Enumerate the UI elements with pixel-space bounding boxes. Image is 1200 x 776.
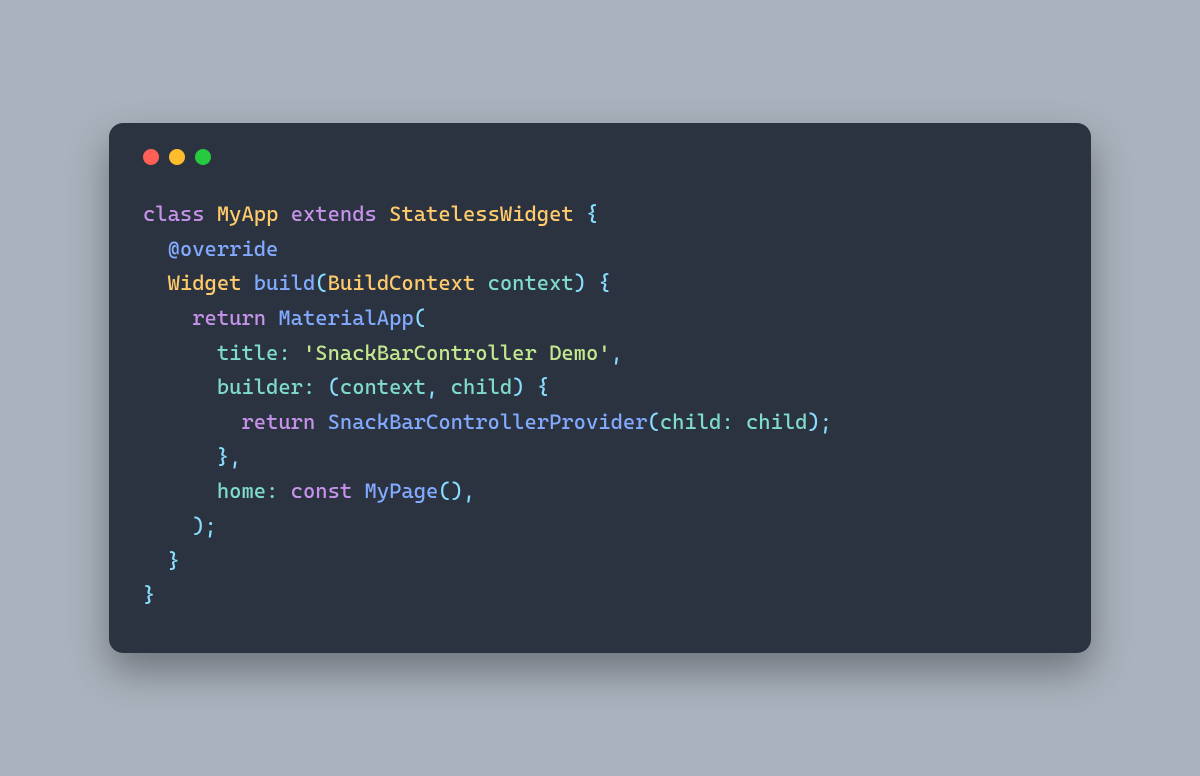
keyword-const: const xyxy=(291,479,353,503)
type-myapp: MyApp xyxy=(217,202,279,226)
fn-mypage: MyPage xyxy=(365,479,439,503)
code-window: class MyApp extends StatelessWidget { @o… xyxy=(109,123,1091,653)
fn-snackbarcontrollerprovider: SnackBarControllerProvider xyxy=(328,410,648,434)
window-minimize-icon[interactable] xyxy=(169,149,185,165)
brace-close: } xyxy=(143,583,155,607)
annotation-override: @override xyxy=(168,237,279,261)
label-child: child: xyxy=(660,410,734,434)
code-block: class MyApp extends StatelessWidget { @o… xyxy=(143,197,1057,613)
keyword-return2: return xyxy=(241,410,315,434)
brace-open: { xyxy=(586,202,598,226)
param-context: context xyxy=(488,271,574,295)
arg-child: child xyxy=(746,410,808,434)
window-traffic-lights xyxy=(143,149,1057,165)
label-title: title: xyxy=(217,341,291,365)
keyword-extends: extends xyxy=(291,202,377,226)
param-child: child xyxy=(451,375,513,399)
label-builder: builder: xyxy=(217,375,315,399)
type-statelesswidget: StatelessWidget xyxy=(389,202,574,226)
label-home: home: xyxy=(217,479,279,503)
string-title: 'SnackBarController Demo' xyxy=(303,341,611,365)
type-widget: Widget xyxy=(168,271,242,295)
fn-materialapp: MaterialApp xyxy=(278,306,413,330)
param-context2: context xyxy=(340,375,426,399)
keyword-class: class xyxy=(143,202,205,226)
keyword-return: return xyxy=(192,306,266,330)
window-close-icon[interactable] xyxy=(143,149,159,165)
window-zoom-icon[interactable] xyxy=(195,149,211,165)
fn-build: build xyxy=(254,271,316,295)
type-buildcontext: BuildContext xyxy=(328,271,476,295)
